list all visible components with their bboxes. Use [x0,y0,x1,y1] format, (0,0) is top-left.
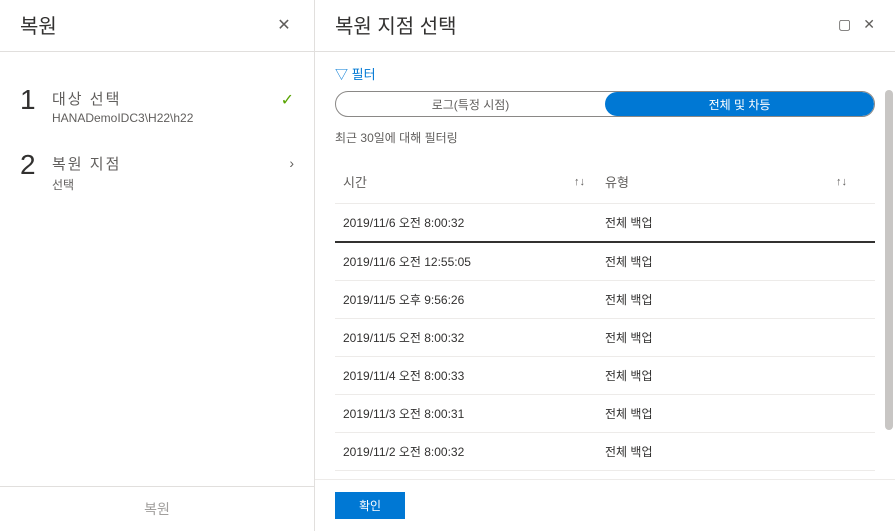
step-title: 대상 선택 [52,88,281,109]
cell-time: 2019/11/2 오전 8:00:32 [343,443,605,460]
column-time[interactable]: 시간 ↑↓ [343,172,605,191]
pill-option-log[interactable]: 로그(특정 시점) [336,92,605,116]
right-panel: 복원 지점 선택 ▢ ✕ ▽ 필터 로그(특정 시점) 전체 및 차등 최근 3… [315,0,895,531]
table-row[interactable]: 2019/11/3 오전 8:00:31전체 백업 [335,395,875,433]
step-title: 복원 지점 [52,153,289,174]
right-footer: 확인 [315,479,895,531]
filter-note: 최근 30일에 대해 필터링 [315,129,895,160]
left-title: 복원 [20,10,57,39]
pill-option-full[interactable]: 전체 및 차등 [605,92,874,116]
step-2[interactable]: 2 복원 지점 선택 › [0,137,314,205]
cell-type: 전체 백업 [605,329,867,346]
table-area: 시간 ↑↓ 유형 ↑↓ 2019/11/6 오전 8:00:32전체 백업201… [315,160,895,479]
table-row[interactable]: 2019/11/4 오전 8:00:33전체 백업 [335,357,875,395]
cell-time: 2019/11/3 오전 8:00:31 [343,405,605,422]
right-title: 복원 지점 선택 [335,10,457,39]
left-panel: 복원 ✕ 1 대상 선택 HANADemoIDC3\H22\h22 ✓ 2 복원… [0,0,315,531]
cell-time: 2019/11/4 오전 8:00:33 [343,367,605,384]
cell-type: 전체 백업 [605,253,867,270]
table-row[interactable]: 2019/11/5 오전 8:00:32전체 백업 [335,319,875,357]
header-icons: ▢ ✕ [838,16,875,33]
column-time-label: 시간 [343,172,367,191]
maximize-icon[interactable]: ▢ [838,16,851,33]
sort-icon: ↑↓ [574,176,585,188]
steps-list: 1 대상 선택 HANADemoIDC3\H22\h22 ✓ 2 복원 지점 선… [0,52,314,486]
cell-type: 전체 백업 [605,405,867,422]
right-header: 복원 지점 선택 ▢ ✕ [315,0,895,52]
left-header: 복원 ✕ [0,0,314,52]
step-body: 복원 지점 선택 [52,149,289,193]
table-row[interactable]: 2019/11/5 오후 9:56:26전체 백업 [335,281,875,319]
sort-icon: ↑↓ [836,176,847,188]
column-type-label: 유형 [605,172,629,191]
confirm-button[interactable]: 확인 [335,492,405,519]
close-icon[interactable]: ✕ [274,15,294,35]
cell-time: 2019/11/6 오전 8:00:32 [343,214,605,231]
scrollbar[interactable] [885,90,893,445]
cell-type: 전체 백업 [605,291,867,308]
table-row[interactable]: 2019/11/1 오후 2:21:52전체 백업 [335,471,875,479]
left-footer-button[interactable]: 복원 [0,486,314,531]
table-row[interactable]: 2019/11/6 오전 8:00:32전체 백업 [335,204,875,243]
table-row[interactable]: 2019/11/6 오전 12:55:05전체 백업 [335,243,875,281]
cell-type: 전체 백업 [605,367,867,384]
step-body: 대상 선택 HANADemoIDC3\H22\h22 [52,84,281,125]
step-1[interactable]: 1 대상 선택 HANADemoIDC3\H22\h22 ✓ [0,72,314,137]
cell-type: 전체 백업 [605,214,867,231]
column-type[interactable]: 유형 ↑↓ [605,172,867,191]
step-subtitle: 선택 [52,176,289,193]
cell-time: 2019/11/5 오전 8:00:32 [343,329,605,346]
close-icon[interactable]: ✕ [863,16,875,33]
table-row[interactable]: 2019/11/2 오전 8:00:32전체 백업 [335,433,875,471]
chevron-right-icon: › [289,149,294,171]
filter-link[interactable]: ▽ 필터 [315,52,895,91]
scrollbar-thumb[interactable] [885,90,893,430]
table-header: 시간 ↑↓ 유형 ↑↓ [335,160,875,204]
step-number: 1 [20,84,52,116]
cell-time: 2019/11/6 오전 12:55:05 [343,253,605,270]
pill-toggle-row: 로그(특정 시점) 전체 및 차등 [315,91,895,129]
cell-time: 2019/11/5 오후 9:56:26 [343,291,605,308]
step-number: 2 [20,149,52,181]
pill-toggle: 로그(특정 시점) 전체 및 차등 [335,91,875,117]
cell-type: 전체 백업 [605,443,867,460]
step-subtitle: HANADemoIDC3\H22\h22 [52,111,281,125]
check-icon: ✓ [281,84,294,110]
